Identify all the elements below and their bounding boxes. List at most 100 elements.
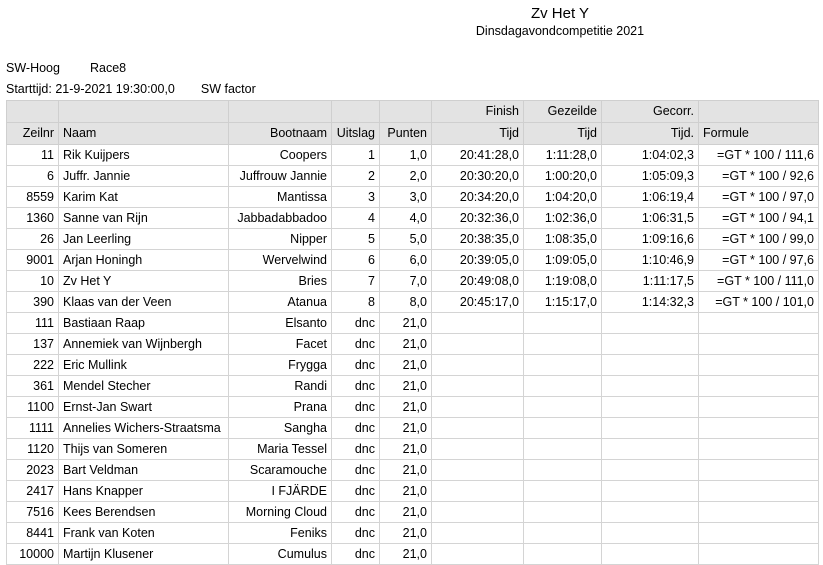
cell-gezeilde-tijd xyxy=(523,543,602,565)
column-header-naam: Naam xyxy=(58,122,229,145)
table-row[interactable]: 111 Bastiaan Raap Elsanto dnc 21,0 xyxy=(6,312,819,334)
cell-gezeilde-tijd: 1:04:20,0 xyxy=(523,186,602,208)
table-row[interactable]: 1111 Annelies Wichers-Straatsma Sangha dnc 2… xyxy=(6,417,819,439)
table-row[interactable]: 8441 Frank van Koten Feniks dnc 21,0 xyxy=(6,522,819,544)
cell-bootnaam: Jabbadabbadoo xyxy=(228,207,332,229)
cell-uitslag: dnc xyxy=(331,417,380,439)
cell-punten: 21,0 xyxy=(379,480,432,502)
table-row[interactable]: 10 Zv Het Y Bries 7 7,0 20:49:08,0 1:19:08,0 1:… xyxy=(6,270,819,292)
column-header-punten: Punten xyxy=(379,122,432,145)
cell-finish-tijd: 20:34:20,0 xyxy=(431,186,524,208)
table-row[interactable]: 11 Rik Kuijpers Coopers 1 1,0 20:41:28,0 1:11:… xyxy=(6,144,819,166)
cell-gecorr-tijd xyxy=(601,522,699,544)
cell-uitslag: dnc xyxy=(331,459,380,481)
cell-zeilnr: 26 xyxy=(6,228,59,250)
table-row[interactable]: 222 Eric Mullink Frygga dnc 21,0 xyxy=(6,354,819,376)
table-row[interactable]: 10000 Martijn Klusener Cumulus dnc 21,0 xyxy=(6,543,819,565)
race-label: Race8 xyxy=(89,61,127,75)
cell-gecorr-tijd xyxy=(601,354,699,376)
cell-bootnaam: Frygga xyxy=(228,354,332,376)
cell-gecorr-tijd xyxy=(601,375,699,397)
cell-naam: Bart Veldman xyxy=(58,459,229,481)
cell-gecorr-tijd: 1:11:17,5 xyxy=(601,270,699,292)
cell-finish-tijd xyxy=(431,543,524,565)
cell-uitslag: dnc xyxy=(331,522,380,544)
cell-formule xyxy=(698,375,819,397)
cell-formule xyxy=(698,480,819,502)
cell-finish-tijd: 20:32:36,0 xyxy=(431,207,524,229)
cell-zeilnr: 9001 xyxy=(6,249,59,271)
cell-gecorr-tijd xyxy=(601,543,699,565)
document-header: Zv Het Y Dinsdagavondcompetitie 2021 xyxy=(0,4,818,40)
column-header-gezeilde-tijd: Tijd xyxy=(523,122,602,145)
table-row[interactable]: 390 Klaas van der Veen Atanua 8 8,0 20:45:17,… xyxy=(6,291,819,313)
cell-naam: Rik Kuijpers xyxy=(58,144,229,166)
cell-uitslag: 4 xyxy=(331,207,380,229)
table-row[interactable]: 2023 Bart Veldman Scaramouche dnc 21,0 xyxy=(6,459,819,481)
cell-finish-tijd xyxy=(431,354,524,376)
table-row[interactable]: 9001 Arjan Honingh Wervelwind 6 6,0 20:39:05,… xyxy=(6,249,819,271)
cell-gezeilde-tijd: 1:11:28,0 xyxy=(523,144,602,166)
cell-formule xyxy=(698,396,819,418)
cell-zeilnr: 1111 xyxy=(6,417,59,439)
cell-punten: 1,0 xyxy=(379,144,432,166)
header-top-gecorr: Gecorr. xyxy=(601,100,699,123)
cell-bootnaam: Sangha xyxy=(228,417,332,439)
cell-formule xyxy=(698,501,819,523)
cell-bootnaam: Atanua xyxy=(228,291,332,313)
cell-finish-tijd xyxy=(431,501,524,523)
header-top-naam xyxy=(58,100,229,123)
table-row[interactable]: 1120 Thijs van Someren Maria Tessel dnc 21,0 xyxy=(6,438,819,460)
table-row[interactable]: 8559 Karim Kat Mantissa 3 3,0 20:34:20,0 1:04:… xyxy=(6,186,819,208)
cell-bootnaam: Feniks xyxy=(228,522,332,544)
cell-formule xyxy=(698,354,819,376)
race-meta-line-1: SW-Hoog Race8 xyxy=(6,58,256,79)
cell-formule xyxy=(698,438,819,460)
table-row[interactable]: 2417 Hans Knapper I FJÄRDE dnc 21,0 xyxy=(6,480,819,502)
table-row[interactable]: 6 Juffr. Jannie Juffrouw Jannie 2 2,0 20:30:2… xyxy=(6,165,819,187)
cell-uitslag: 5 xyxy=(331,228,380,250)
table-row[interactable]: 137 Annemiek van Wijnbergh Facet dnc 21,0 xyxy=(6,333,819,355)
cell-finish-tijd: 20:39:05,0 xyxy=(431,249,524,271)
cell-gecorr-tijd xyxy=(601,480,699,502)
cell-finish-tijd xyxy=(431,438,524,460)
table-row[interactable]: 1100 Ernst-Jan Swart Prana dnc 21,0 xyxy=(6,396,819,418)
cell-uitslag: 7 xyxy=(331,270,380,292)
cell-zeilnr: 361 xyxy=(6,375,59,397)
cell-punten: 21,0 xyxy=(379,522,432,544)
cell-bootnaam: Mantissa xyxy=(228,186,332,208)
cell-uitslag: 3 xyxy=(331,186,380,208)
cell-zeilnr: 222 xyxy=(6,354,59,376)
table-header: Finish Gezeilde Gecorr. Zeilnr Naam Boot… xyxy=(6,100,819,145)
cell-gezeilde-tijd xyxy=(523,438,602,460)
cell-punten: 8,0 xyxy=(379,291,432,313)
cell-naam: Arjan Honingh xyxy=(58,249,229,271)
cell-finish-tijd: 20:30:20,0 xyxy=(431,165,524,187)
cell-zeilnr: 2023 xyxy=(6,459,59,481)
cell-formule xyxy=(698,333,819,355)
table-row[interactable]: 26 Jan Leerling Nipper 5 5,0 20:38:35,0 1:08:3… xyxy=(6,228,819,250)
cell-bootnaam: Bries xyxy=(228,270,332,292)
cell-bootnaam: Prana xyxy=(228,396,332,418)
cell-naam: Zv Het Y xyxy=(58,270,229,292)
cell-uitslag: dnc xyxy=(331,438,380,460)
cell-punten: 21,0 xyxy=(379,501,432,523)
cell-finish-tijd: 20:45:17,0 xyxy=(431,291,524,313)
cell-gecorr-tijd: 1:10:46,9 xyxy=(601,249,699,271)
table-row[interactable]: 1360 Sanne van Rijn Jabbadabbadoo 4 4,0 20:32… xyxy=(6,207,819,229)
table-row[interactable]: 7516 Kees Berendsen Morning Cloud dnc 21,0 xyxy=(6,501,819,523)
race-meta-line-2: Starttijd: 21-9-2021 19:30:00,0 SW factor xyxy=(6,79,256,100)
cell-gezeilde-tijd xyxy=(523,396,602,418)
cell-gezeilde-tijd: 1:08:35,0 xyxy=(523,228,602,250)
race-results-table: Finish Gezeilde Gecorr. Zeilnr Naam Boot… xyxy=(6,100,819,565)
table-row[interactable]: 361 Mendel Stecher Randi dnc 21,0 xyxy=(6,375,819,397)
cell-gezeilde-tijd xyxy=(523,354,602,376)
cell-uitslag: dnc xyxy=(331,375,380,397)
race-meta: SW-Hoog Race8 Starttijd: 21-9-2021 19:30:… xyxy=(6,58,256,100)
cell-punten: 21,0 xyxy=(379,438,432,460)
column-header-formule: Formule xyxy=(698,122,819,145)
cell-finish-tijd xyxy=(431,459,524,481)
cell-gecorr-tijd: 1:14:32,3 xyxy=(601,291,699,313)
header-top-formule xyxy=(698,100,819,123)
cell-punten: 5,0 xyxy=(379,228,432,250)
